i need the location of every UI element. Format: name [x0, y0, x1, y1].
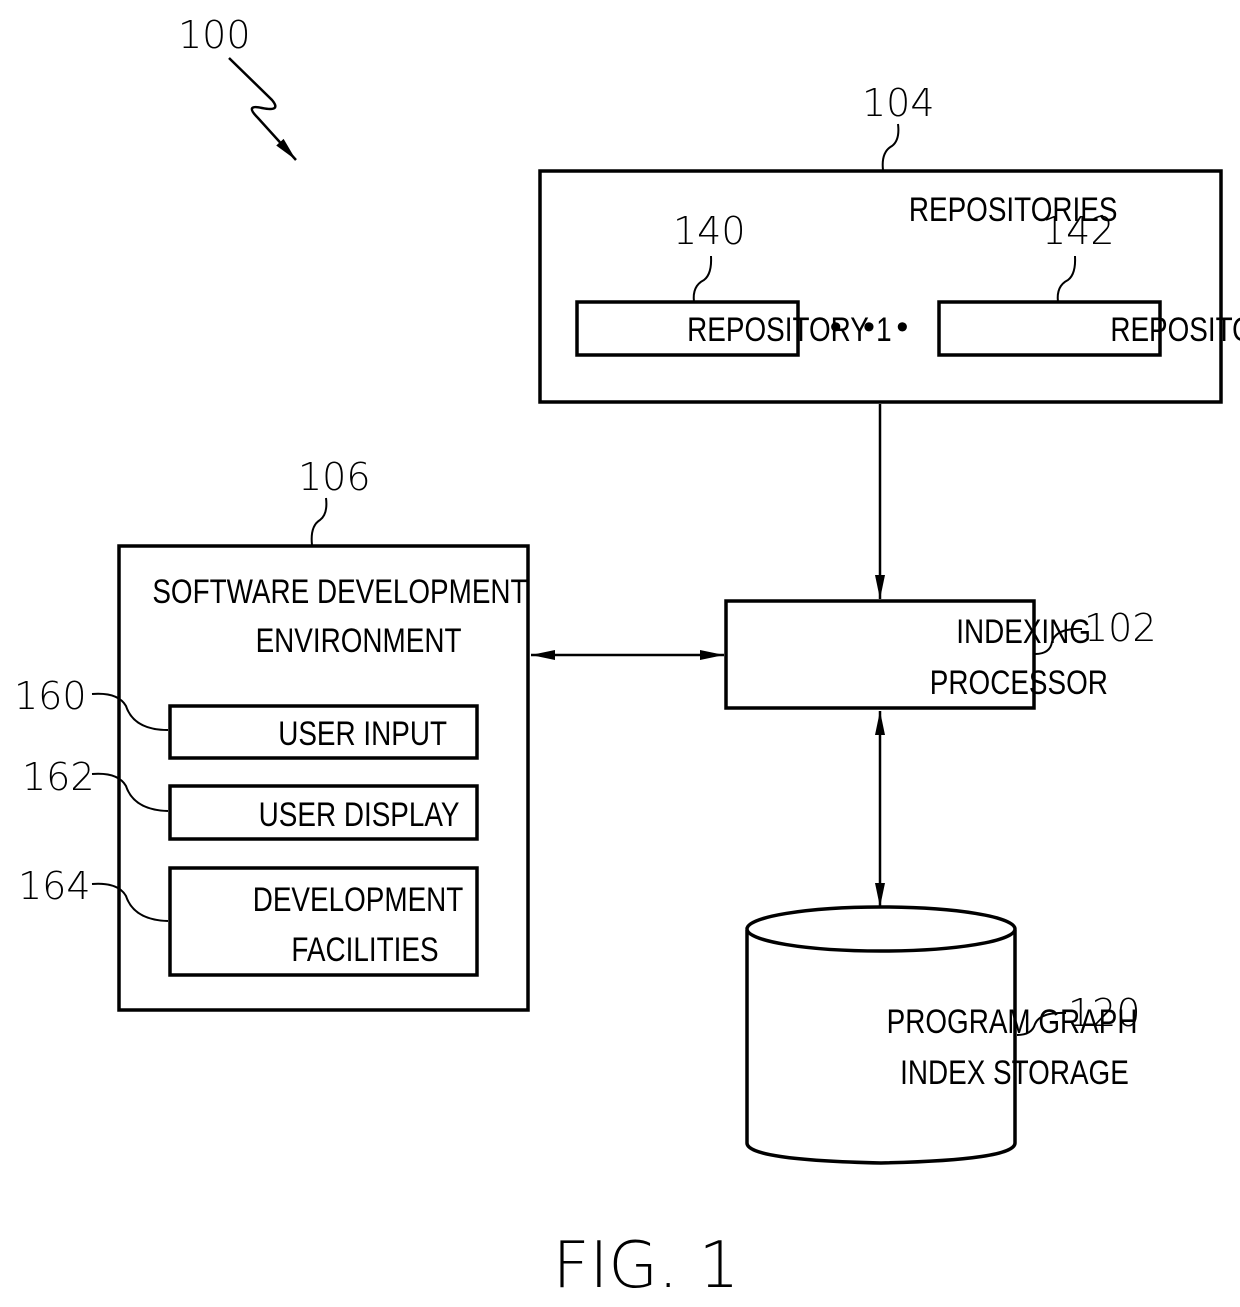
sde-title-line2: ENVIRONMENT [256, 621, 462, 659]
indexing-processor-ref-label: 102 [1084, 606, 1157, 650]
figure-caption: FIG. 1 [553, 1229, 740, 1303]
software-dev-env-block: 106 SOFTWARE DEVELOPMENT ENVIRONMENT USE… [14, 455, 530, 1012]
repository-1-ref-label: 140 [673, 209, 746, 253]
patent-diagram: 100 104 REPOSITORIES REPOSITORY 1 140 • … [14, 13, 1240, 1303]
repository-n-label: REPOSITORY N [1110, 310, 1240, 348]
storage-line2: INDEX STORAGE [900, 1053, 1129, 1091]
system-pointer-arrow [228, 57, 297, 161]
user-display-label: USER DISPLAY [259, 795, 460, 833]
development-facilities-box: DEVELOPMENT FACILITIES [168, 866, 479, 977]
repositories-leader-line [881, 123, 900, 171]
user-input-ref-label: 160 [14, 674, 87, 718]
sde-leader-line [310, 497, 328, 546]
sde-title-line1: SOFTWARE DEVELOPMENT [152, 572, 527, 610]
repositories-block: 104 REPOSITORIES REPOSITORY 1 140 • • • … [538, 81, 1240, 404]
storage-cylinder-top [745, 905, 1017, 953]
indexing-processor-line1: INDEXING [956, 612, 1091, 650]
development-facilities-line2: FACILITIES [291, 930, 438, 968]
user-input-box: USER INPUT [168, 704, 479, 760]
indexing-processor-line2: PROCESSOR [930, 663, 1108, 701]
repositories-ellipsis: • • • [830, 308, 915, 346]
sde-ref-label: 106 [298, 455, 371, 499]
user-input-label: USER INPUT [278, 714, 447, 752]
development-facilities-ref-label: 164 [18, 864, 91, 908]
user-display-ref-label: 162 [22, 755, 95, 799]
repository-n-box: REPOSITORY N [937, 300, 1240, 357]
user-display-box: USER DISPLAY [168, 784, 479, 841]
repositories-ref-label: 104 [862, 81, 935, 125]
indexing-processor-block: INDEXING PROCESSOR 102 [724, 599, 1157, 710]
program-graph-index-storage: PROGRAM GRAPH INDEX STORAGE 120 [745, 905, 1141, 1165]
storage-cylinder-body [745, 930, 1017, 1165]
system-ref-label: 100 [178, 13, 251, 57]
storage-ref-label: 120 [1068, 991, 1141, 1035]
repository-n-ref-label: 142 [1042, 209, 1115, 253]
development-facilities-line1: DEVELOPMENT [253, 880, 464, 918]
